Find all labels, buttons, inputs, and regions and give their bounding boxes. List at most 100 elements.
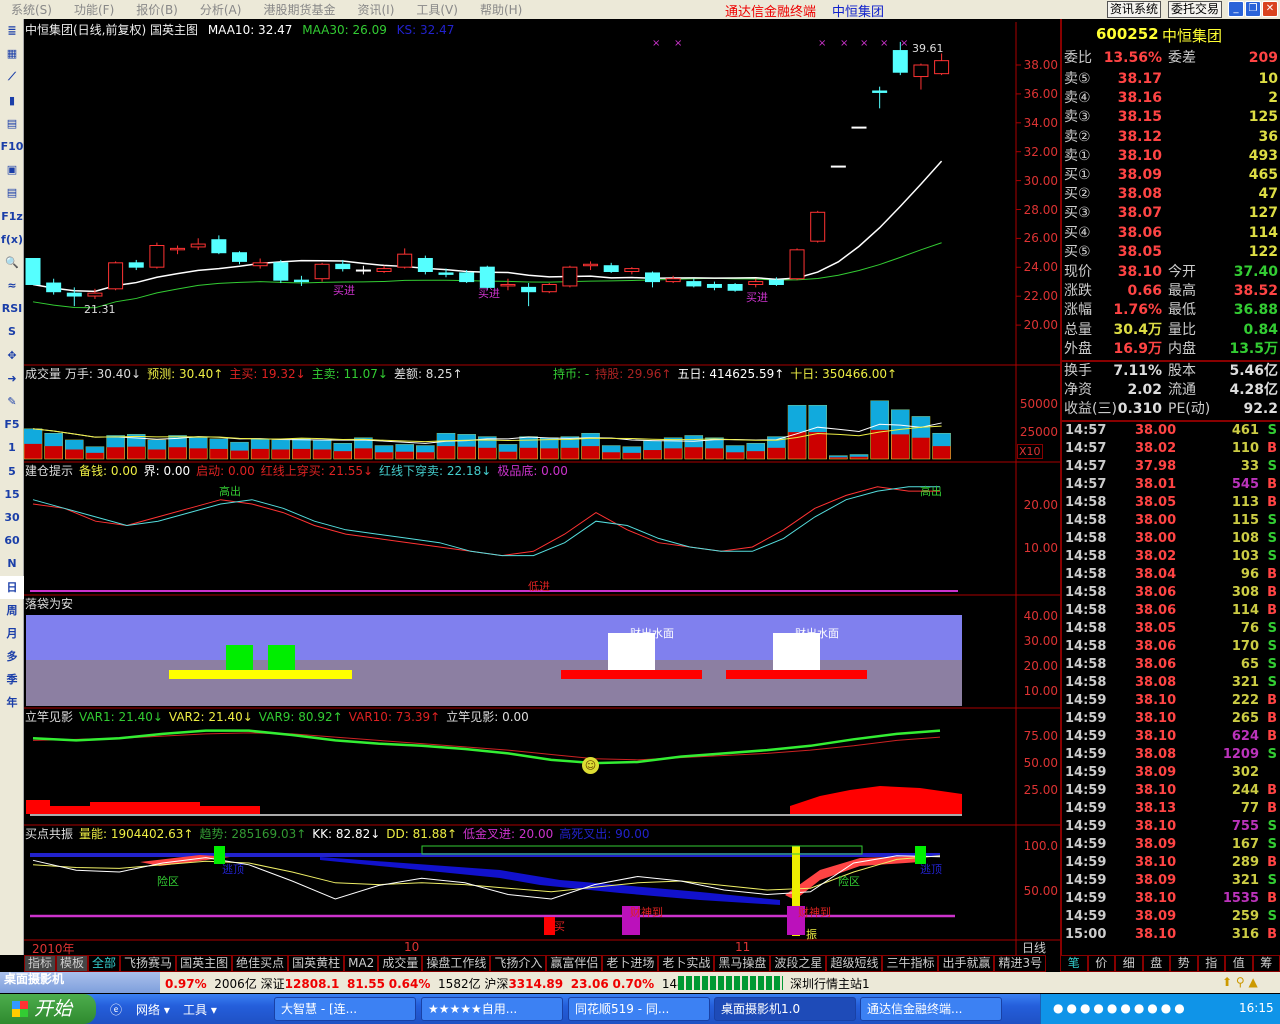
order-price: 38.09 (1117, 167, 1162, 183)
tick-side: B (1267, 711, 1277, 726)
tray-icons[interactable]: ●●●●●●●●●● (1053, 1001, 1188, 1015)
order-price: 38.16 (1117, 90, 1162, 107)
right-tab[interactable]: 笔 (1060, 955, 1088, 972)
order-volume: 10 (1258, 71, 1278, 87)
indicator-tab[interactable]: 指标 (24, 955, 57, 972)
indicator-tab[interactable]: 精进3号 (994, 955, 1047, 972)
candle-body (665, 278, 681, 283)
order-price: 38.10 (1117, 147, 1162, 164)
pocket-axis-label: 20.00 (1023, 659, 1058, 673)
signal-marker: × (840, 38, 848, 49)
tick-time: 14:58 (1065, 495, 1107, 510)
tick-volume: 244 (1231, 783, 1259, 798)
indicator-tab[interactable]: 老卜实战 (658, 955, 715, 972)
tick-price: 38.10 (1135, 891, 1177, 906)
order-book-row-buys: 买① 38.09 465 (1064, 166, 1280, 185)
fund-label: PE(动) (1168, 401, 1211, 418)
period-label[interactable]: 日线 (1022, 939, 1046, 956)
indicator-value: 立竿见影: 0.00 (446, 710, 529, 724)
indicator-tab[interactable]: 赢富伴侣 (546, 955, 603, 972)
tick-volume: 170 (1231, 639, 1259, 654)
signal-marker: × (880, 38, 888, 49)
indicator-tab[interactable]: 飞扬介入 (490, 955, 547, 972)
quote-value: 1.76% (1113, 302, 1162, 319)
order-level-label: 卖④ (1064, 90, 1091, 107)
hs-pct: 0.70% (612, 977, 655, 991)
resonance-axis-label: 50.00 (1023, 884, 1058, 898)
zone-label: 险区 (838, 875, 860, 888)
right-tab[interactable]: 价 (1087, 955, 1115, 972)
quicklaunch-network[interactable]: 网络 ▾ (136, 1001, 170, 1018)
resonance-axis-label: 100.0 (1023, 839, 1058, 853)
right-tab[interactable]: 值 (1225, 955, 1253, 972)
indicator-tab[interactable]: 国英主图 (176, 955, 233, 972)
candle-body (273, 262, 289, 281)
indicator-tab[interactable]: 黑马操盘 (714, 955, 771, 972)
candle-body (211, 239, 227, 254)
indicator-value: VAR2: 21.40↓ (168, 710, 253, 724)
status-bar: 桌面摄影机 0.97% 2006亿 深证12808.1 81.55 0.64% … (0, 972, 1280, 993)
tick-time: 14:59 (1065, 873, 1107, 888)
indicator-tab[interactable]: 全部 (88, 955, 121, 972)
price-axis-label: 38.00 (1023, 58, 1058, 72)
build-axis-label: 20.00 (1023, 498, 1058, 512)
tick-side: B (1267, 495, 1277, 510)
indicator-tab[interactable]: 绝佳买点 (232, 955, 289, 972)
volume-panel-header: 成交量 万手: 30.40↓ 预测: 30.40↑ 主买: 19.32↓ 主卖: 11… (25, 366, 469, 382)
indicator-tab[interactable]: 三牛指标 (882, 955, 939, 972)
indicator-value: 预测: 30.40↑ (147, 367, 224, 381)
indicator-tab[interactable]: 波段之星 (770, 955, 827, 972)
indicator-value: 极品底: 0.00 (497, 464, 568, 478)
right-tab[interactable]: 盘 (1142, 955, 1170, 972)
order-price: 38.12 (1117, 128, 1162, 145)
task-favorites[interactable]: ★★★★★自用... (421, 997, 563, 1021)
indicator-tab[interactable]: 飞扬赛马 (120, 955, 177, 972)
tick-price: 38.08 (1135, 747, 1177, 762)
order-volume: 114 (1248, 224, 1278, 241)
candle-body (748, 281, 764, 285)
tick-time: 14:58 (1065, 585, 1107, 600)
right-tab[interactable]: 势 (1170, 955, 1198, 972)
server-name[interactable]: 深圳行情主站1 (790, 975, 870, 992)
candle-body (314, 263, 330, 280)
tick-row: 14:58 38.00 115 S (1065, 512, 1279, 530)
task-desktop-camera[interactable]: 桌面摄影机1.0 (714, 997, 856, 1021)
sz-change: 81.55 (346, 977, 385, 991)
order-volume: 125 (1248, 109, 1278, 126)
tick-side: S (1267, 819, 1277, 834)
ie-icon[interactable]: ⓔ (110, 1001, 122, 1018)
indicator-tab[interactable]: 操盘工作线 (422, 955, 491, 972)
volume-bar-top (850, 454, 868, 457)
indicator-tab[interactable]: 成交量 (378, 955, 423, 972)
task-tonghuashun[interactable]: 同花顺519 - 同... (568, 997, 710, 1021)
indicator-tab[interactable]: 国英黄柱 (288, 955, 345, 972)
tick-time: 14:59 (1065, 711, 1107, 726)
order-level-label: 卖① (1064, 147, 1091, 164)
indicator-value: 差额: 8.25↑ (393, 367, 463, 381)
tick-side: S (1267, 873, 1277, 888)
tick-side: S (1267, 909, 1277, 924)
fund-label: 换手 (1064, 363, 1092, 379)
right-tab[interactable]: 指 (1197, 955, 1225, 972)
resonance-blue-band (320, 857, 780, 905)
indicator-tab[interactable]: 模板 (56, 955, 89, 972)
indicator-tab[interactable]: MA2 (344, 955, 379, 972)
quote-value: 38.52 (1233, 283, 1278, 300)
indicator-tab[interactable]: 老卜进场 (602, 955, 659, 972)
indicator-tab[interactable]: 超级短线 (826, 955, 883, 972)
indicator-tab[interactable]: 出手就赢 (938, 955, 995, 972)
quote-value: 37.40 (1233, 264, 1278, 280)
candle-body (149, 245, 165, 268)
order-book-row-sells: 卖⑤ 38.17 10 (1064, 70, 1280, 89)
volume-bar-top (581, 433, 600, 447)
volume-bar-top (271, 439, 290, 450)
task-tdx-terminal[interactable]: 通达信金融终端... (860, 997, 1002, 1021)
right-tab[interactable]: 筹 (1252, 955, 1280, 972)
candle-body (252, 262, 268, 267)
zone-label: 险区 (157, 875, 179, 888)
quicklaunch-tools[interactable]: 工具 ▾ (183, 1001, 217, 1018)
indicator-value: 趋势: 285169.03↑ (199, 827, 307, 841)
right-tab[interactable]: 细 (1115, 955, 1143, 972)
task-dazhihui[interactable]: 大智慧 - [连... (274, 997, 416, 1021)
order-level-label: 卖⑤ (1064, 71, 1091, 87)
